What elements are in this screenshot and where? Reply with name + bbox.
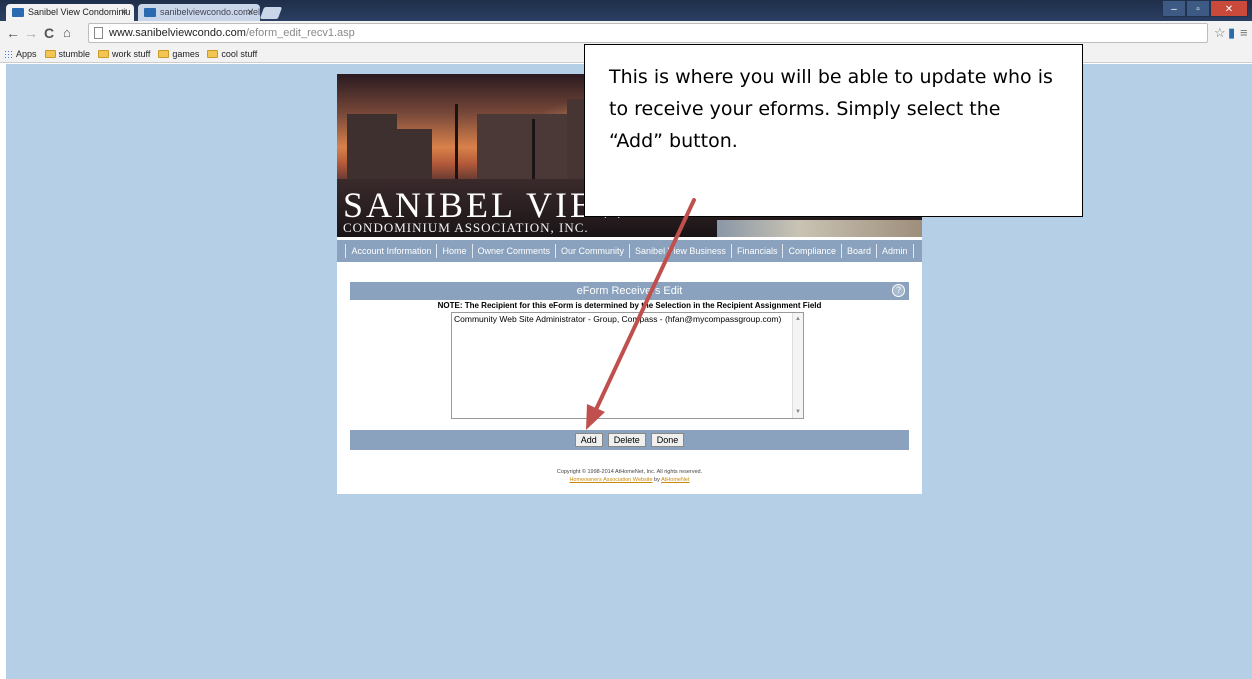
brand-subtitle: CONDOMINIUM ASSOCIATION, INC. [343, 220, 589, 235]
footer-copyright: Copyright © 1998-2014 AtHomeNet, Inc. Al… [350, 468, 909, 484]
banner-building [347, 114, 397, 184]
bookmark-folder-cool-stuff[interactable]: cool stuff [207, 49, 257, 59]
tab-title: Sanibel View Condominiu [28, 7, 131, 17]
page-icon [94, 27, 103, 39]
window-close-icon[interactable]: ✕ [1210, 0, 1248, 17]
footer-link-athomenet[interactable]: AtHomeNet [661, 477, 689, 483]
bookmark-label: Apps [16, 49, 37, 59]
bookmark-label: games [172, 49, 200, 59]
menu-icon[interactable]: ≡ [1240, 25, 1248, 40]
maximize-icon[interactable]: ▫ [1186, 0, 1210, 17]
folder-icon [207, 50, 219, 58]
form-title: eForm Receivers Edit [576, 285, 683, 297]
nav-sanibel-view-business[interactable]: Sanibel View Business [629, 244, 731, 258]
nav-admin[interactable]: Admin [876, 244, 914, 258]
minimize-icon[interactable]: – [1162, 0, 1186, 17]
footer-by: by [654, 477, 660, 483]
banner-building [392, 129, 432, 184]
folder-icon [44, 50, 56, 58]
window-controls: – ▫ ✕ [1162, 0, 1248, 17]
banner-palm [532, 119, 535, 184]
bookmark-folder-games[interactable]: games [158, 49, 199, 59]
recipient-listbox[interactable]: Community Web Site Administrator - Group… [451, 312, 804, 419]
site-nav-bar: Account Information Home Owner Comments … [337, 240, 922, 262]
bookmark-folder-stumble[interactable]: stumble [44, 49, 91, 59]
site-favicon-icon [12, 8, 24, 17]
footer-link-hoa-website[interactable]: Homeowners Association Website [569, 477, 652, 483]
back-arrow-icon[interactable]: ← [6, 25, 20, 41]
footer-links: Homeowners Association Website by AtHome… [350, 476, 909, 484]
banner-palm [455, 104, 458, 184]
browser-toolbar: ← → C ⌂ www.sanibelviewcondo.com/eform_e… [0, 21, 1252, 46]
folder-icon [98, 50, 110, 58]
nav-account-information[interactable]: Account Information [345, 244, 436, 258]
recipient-option[interactable]: Community Web Site Administrator - Group… [452, 313, 803, 325]
nav-financials[interactable]: Financials [730, 244, 783, 258]
form-button-bar: Add Delete Done [350, 430, 909, 450]
extension-icon[interactable]: ▮ [1228, 25, 1235, 41]
tab-title: sanibelviewcondo.com/el [160, 7, 260, 17]
browser-tab-strip: Sanibel View Condominiu ✕ sanibelviewcon… [0, 0, 1252, 21]
copyright-text: Copyright © 1998-2014 AtHomeNet, Inc. Al… [556, 469, 703, 475]
nav-compliance[interactable]: Compliance [782, 244, 841, 258]
new-tab-button[interactable] [259, 7, 283, 19]
delete-button[interactable]: Delete [607, 433, 646, 447]
home-icon[interactable]: ⌂ [63, 25, 71, 41]
scroll-down-icon[interactable]: ▼ [795, 409, 801, 415]
bookmark-folder-work-stuff[interactable]: work stuff [98, 49, 150, 59]
bookmark-label: stumble [58, 49, 91, 59]
address-bar[interactable]: www.sanibelviewcondo.com/eform_edit_recv… [88, 23, 1208, 43]
nav-our-community[interactable]: Our Community [555, 244, 629, 258]
add-button[interactable]: Add [574, 433, 603, 447]
nav-board[interactable]: Board [841, 244, 876, 258]
recipient-note: NOTE: The Recipient for this eForm is de… [437, 301, 822, 310]
browser-tab-active[interactable]: Sanibel View Condominiu ✕ [6, 4, 134, 21]
browser-tab-inactive[interactable]: sanibelviewcondo.com/el ✕ [138, 4, 260, 21]
site-favicon-icon [144, 8, 156, 17]
apps-grid-icon [4, 49, 13, 59]
annotation-callout: This is where you will be able to update… [584, 44, 1083, 217]
help-icon[interactable]: ? [892, 284, 905, 297]
bookmark-star-icon[interactable]: ☆ [1214, 25, 1226, 41]
url-path: /eform_edit_recv1.asp [245, 27, 355, 39]
url-host: www.sanibelviewcondo.com [109, 27, 246, 39]
forward-arrow-icon[interactable]: → [24, 25, 38, 41]
banner-photo-strip [717, 220, 922, 237]
nav-owner-comments[interactable]: Owner Comments [471, 244, 556, 258]
tab-close-icon[interactable]: ✕ [120, 4, 128, 21]
done-button[interactable]: Done [650, 433, 685, 447]
listbox-scrollbar[interactable]: ▲ ▼ [792, 313, 803, 418]
bookmark-label: cool stuff [221, 49, 258, 59]
bookmark-label: work stuff [112, 49, 151, 59]
reload-icon[interactable]: C [44, 25, 54, 41]
form-title-bar: eForm Receivers Edit ? [350, 282, 909, 300]
nav-home[interactable]: Home [436, 244, 471, 258]
tab-close-icon[interactable]: ✕ [246, 4, 254, 21]
folder-icon [158, 50, 170, 58]
bookmark-apps[interactable]: Apps [4, 49, 37, 59]
scroll-up-icon[interactable]: ▲ [795, 316, 801, 322]
